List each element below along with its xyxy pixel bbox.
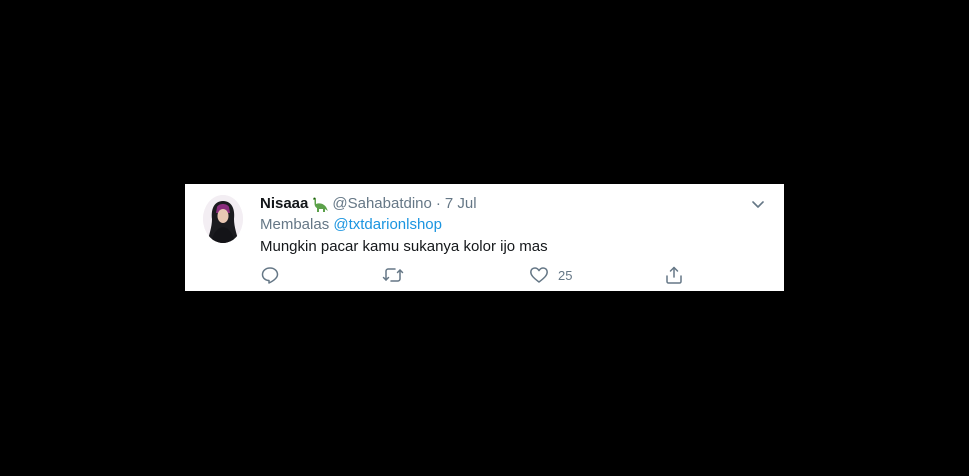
sauropod-emoji-icon — [310, 196, 329, 212]
tweet-card[interactable]: Nisaaa @Sahabatdino · 7 Jul Membalas @tx… — [185, 184, 784, 291]
reply-icon — [260, 265, 280, 285]
reply-to-link[interactable]: @txtdarionlshop — [333, 216, 442, 233]
retweet-icon — [382, 265, 404, 285]
tweet-content: Nisaaa @Sahabatdino · 7 Jul Membalas @tx… — [260, 194, 768, 257]
header-separator: · — [435, 195, 441, 212]
heart-icon — [529, 265, 549, 285]
user-handle[interactable]: @Sahabatdino — [332, 194, 431, 214]
like-button[interactable]: 25 — [529, 265, 572, 285]
share-icon — [664, 265, 684, 285]
avatar[interactable] — [203, 195, 243, 243]
reply-button[interactable] — [260, 265, 280, 285]
share-button[interactable] — [664, 265, 684, 285]
tweet-actions: 25 — [260, 265, 690, 285]
display-name[interactable]: Nisaaa — [260, 194, 308, 214]
reply-context: Membalas @txtdarionlshop — [260, 215, 768, 235]
reply-prefix: Membalas — [260, 216, 330, 233]
tweet-date[interactable]: 7 Jul — [445, 194, 477, 214]
tweet-header: Nisaaa @Sahabatdino · 7 Jul — [260, 194, 768, 214]
retweet-button[interactable] — [382, 265, 404, 285]
tweet-text: Mungkin pacar kamu sukanya kolor ijo mas — [260, 238, 548, 255]
chevron-down-icon[interactable] — [748, 194, 768, 214]
like-count: 25 — [558, 267, 573, 283]
